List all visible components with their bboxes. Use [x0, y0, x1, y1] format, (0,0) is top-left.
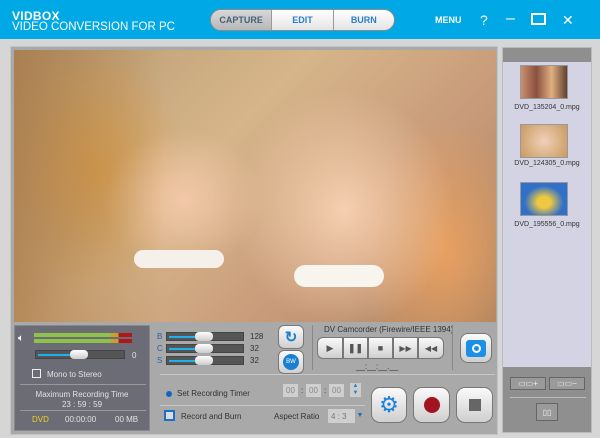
remove-chapter-button[interactable]: ▭▭−: [549, 377, 585, 390]
volume-value: 0: [132, 351, 137, 360]
level-meter-left: [34, 333, 132, 337]
level-meter-right: [34, 339, 132, 343]
file-item[interactable]: [519, 124, 568, 158]
gears-icon: ⚙: [379, 392, 399, 417]
brand-subtitle: VIDEO CONVERSION FOR PC: [12, 21, 175, 33]
timer-minutes[interactable]: 00: [306, 384, 321, 397]
snapshot-button[interactable]: [460, 333, 492, 363]
adjust-slider[interactable]: [166, 356, 244, 365]
timer-radio[interactable]: [166, 391, 172, 397]
volume-slider[interactable]: [35, 350, 125, 359]
max-time-label: Maximum Recording Time: [35, 390, 129, 399]
pause-button[interactable]: ❚❚: [343, 337, 368, 359]
stop-button[interactable]: ■: [368, 337, 393, 359]
file-item[interactable]: [519, 65, 568, 99]
file-name: DVD_195556_0.mpg: [514, 221, 580, 228]
rewind-button[interactable]: ◀◀: [418, 337, 444, 359]
speaker-icon: 🔈︎: [18, 333, 24, 344]
menu-button[interactable]: MENU: [435, 15, 462, 25]
file-size: 00 MB: [115, 415, 139, 424]
aspect-ratio-select[interactable]: 4 : 3: [328, 409, 355, 423]
timer-hours[interactable]: 00: [283, 384, 298, 397]
record-burn-label: Record and Burn: [181, 412, 242, 421]
file-name: DVD_124305_0.mpg: [514, 160, 580, 167]
minimize-button[interactable]: –: [506, 10, 515, 28]
tab-edit[interactable]: EDIT: [271, 10, 332, 30]
media-cards-icon[interactable]: ▯▯: [536, 403, 558, 421]
camera-icon: [466, 339, 486, 357]
tab-burn[interactable]: BURN: [332, 10, 394, 30]
stop-icon: [468, 399, 481, 411]
aspect-ratio-label: Aspect Ratio: [274, 412, 320, 421]
mode-tabs: CAPTURE EDIT BURN: [210, 9, 395, 31]
file-thumbnail: [520, 182, 568, 216]
record-burn-checkbox[interactable]: [164, 410, 175, 421]
timer-seconds[interactable]: 00: [329, 384, 344, 397]
close-button[interactable]: ✕: [562, 12, 574, 29]
adjust-slider[interactable]: [166, 332, 244, 341]
adjust-slider[interactable]: [166, 344, 244, 353]
chevron-down-icon[interactable]: ▼: [355, 409, 365, 423]
play-button[interactable]: ▶: [317, 337, 343, 359]
settings-button[interactable]: ⚙: [371, 387, 407, 423]
timecode: __:__:__.__: [356, 362, 399, 371]
file-name: DVD_135204_0.mpg: [514, 104, 580, 111]
maximize-button[interactable]: [531, 13, 546, 25]
mono-checkbox[interactable]: [32, 369, 41, 378]
file-list: DVD_135204_0.mpg DVD_124305_0.mpg DVD_19…: [503, 62, 591, 367]
add-chapter-button[interactable]: ▭▭+: [510, 377, 546, 390]
adjust-label: C: [157, 344, 163, 353]
timer-label: Set Recording Timer: [177, 389, 250, 398]
adjust-value: 32: [250, 356, 259, 365]
fast-forward-button[interactable]: ▶▶: [393, 337, 418, 359]
stop-record-button[interactable]: [456, 387, 493, 423]
file-thumbnail: [520, 65, 568, 99]
max-time-value: 23 : 59 : 59: [61, 400, 103, 409]
timer-spinner[interactable]: ▲ ▼: [350, 383, 361, 397]
file-thumbnail: [520, 124, 568, 158]
bw-button[interactable]: BW: [278, 350, 304, 374]
adjust-value: 128: [250, 332, 264, 341]
adjust-label: S: [157, 356, 163, 365]
video-preview: [14, 50, 496, 322]
reset-icon[interactable]: ↻: [278, 325, 304, 349]
help-button[interactable]: ?: [480, 12, 488, 28]
adjust-value: 32: [250, 344, 259, 353]
adjust-label: B: [157, 332, 163, 341]
device-label: DV Camcorder (Firewire/IEEE 1394): [324, 325, 454, 334]
elapsed-time: 00:00:00: [65, 415, 97, 424]
file-item[interactable]: [519, 182, 568, 216]
record-icon: [423, 397, 440, 413]
record-button[interactable]: [413, 387, 450, 423]
transport-controls: ▶ ❚❚ ■ ▶▶ ◀◀: [317, 337, 444, 359]
format-label: DVD: [32, 415, 49, 424]
tab-capture[interactable]: CAPTURE: [211, 10, 272, 30]
mono-label: Mono to Stereo: [47, 370, 102, 379]
